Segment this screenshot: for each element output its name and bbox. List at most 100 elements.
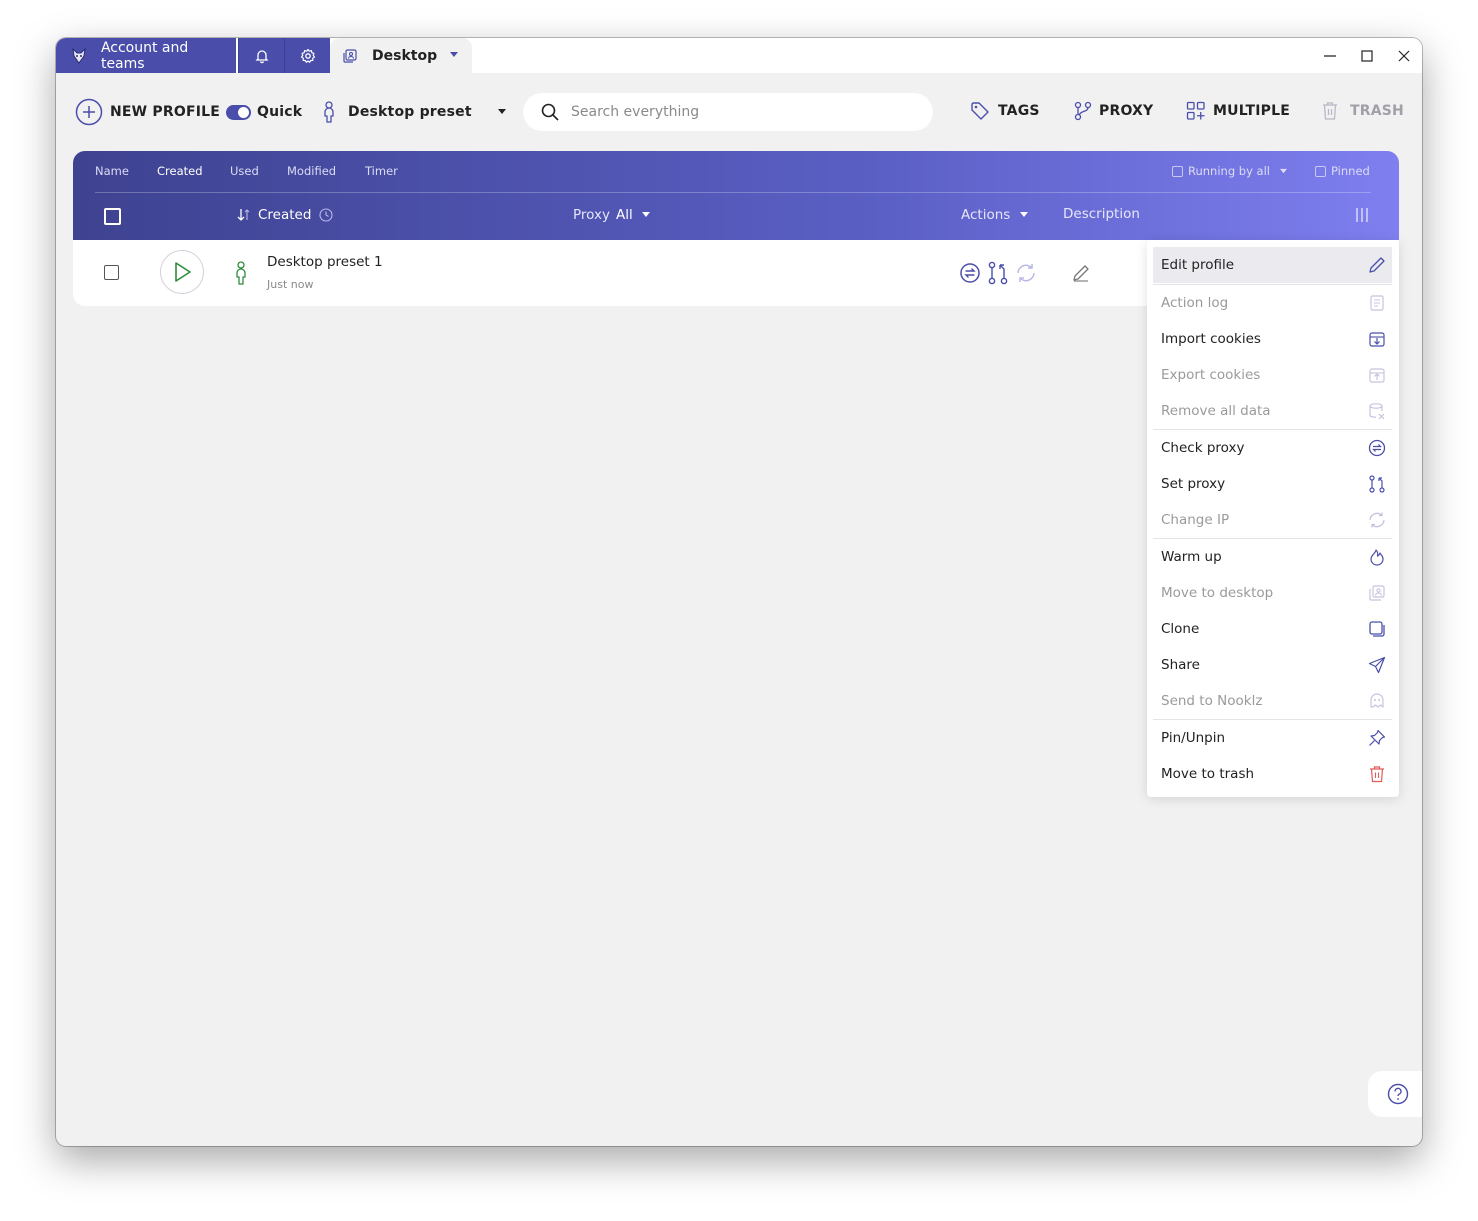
- sort-tab-name[interactable]: Name: [95, 164, 129, 178]
- menu-item-label: Move to trash: [1161, 766, 1255, 782]
- edit-description-icon[interactable]: [1072, 264, 1090, 282]
- search-input[interactable]: Search everything: [571, 104, 699, 120]
- title-bar: Account and teams Desktop: [56, 38, 1422, 73]
- sort-arrows-icon: [237, 209, 250, 221]
- menu-item-move-to-trash[interactable]: Move to trash: [1153, 756, 1392, 792]
- set-proxy-icon[interactable]: [987, 261, 1009, 285]
- tags-label: TAGS: [998, 103, 1040, 119]
- quick-label: Quick: [257, 104, 303, 120]
- menu-item-share[interactable]: Share: [1153, 647, 1392, 683]
- menu-item-set-proxy[interactable]: Set proxy: [1153, 466, 1392, 502]
- plus-circle-icon: [75, 98, 103, 126]
- tags-button[interactable]: TAGS: [970, 101, 1040, 121]
- chevron-down-icon[interactable]: [450, 51, 458, 59]
- new-profile-button[interactable]: NEW PROFILE: [75, 98, 220, 126]
- menu-item-label: Import cookies: [1161, 331, 1261, 347]
- menu-item-import-cookies[interactable]: Import cookies: [1153, 321, 1392, 357]
- export-cookies-icon: [1369, 368, 1385, 383]
- column-actions-label: Actions: [961, 207, 1011, 223]
- row-checkbox[interactable]: [104, 265, 119, 280]
- fire-icon: [1370, 549, 1384, 566]
- toolbar: NEW PROFILE Quick Desktop preset Search …: [56, 73, 1422, 151]
- table-header: Name Created Used Modified Timer Running…: [73, 151, 1399, 240]
- select-all-checkbox[interactable]: [104, 208, 121, 225]
- menu-item-action-log[interactable]: Action log: [1153, 285, 1392, 321]
- close-icon: [1398, 50, 1410, 61]
- log-icon: [1370, 295, 1384, 311]
- toggle-switch[interactable]: [226, 104, 251, 120]
- menu-item-label: Set proxy: [1161, 476, 1226, 492]
- preset-label: Desktop preset: [348, 104, 472, 120]
- trash-label: TRASH: [1350, 103, 1404, 119]
- check-proxy-icon[interactable]: [959, 262, 981, 284]
- column-created[interactable]: Created: [236, 207, 333, 223]
- menu-item-pin-unpin[interactable]: Pin/Unpin: [1153, 720, 1392, 756]
- clone-icon: [1369, 621, 1385, 637]
- column-actions[interactable]: Actions: [961, 207, 1029, 223]
- change-ip-icon[interactable]: [1015, 262, 1037, 284]
- gear-icon: [300, 48, 315, 63]
- help-button[interactable]: [1368, 1071, 1422, 1117]
- pin-icon: [1369, 729, 1386, 746]
- sort-tab-timer[interactable]: Timer: [365, 164, 398, 178]
- proxy-filter-value: All: [615, 207, 633, 223]
- pinned-label: Pinned: [1331, 164, 1370, 178]
- menu-item-label: Share: [1161, 657, 1200, 673]
- menu-item-warm-up[interactable]: Warm up: [1153, 539, 1392, 575]
- new-profile-label: NEW PROFILE: [110, 104, 220, 120]
- trash-icon: [1323, 102, 1337, 120]
- search-icon: [541, 103, 559, 121]
- column-description[interactable]: Description: [1063, 206, 1140, 222]
- app-window: Account and teams Desktop NEW PROFILE Qu…: [56, 38, 1422, 1146]
- menu-item-clone[interactable]: Clone: [1153, 611, 1392, 647]
- proxy-label: PROXY: [1099, 103, 1154, 119]
- settings-button[interactable]: [284, 38, 330, 73]
- question-circle-icon: [1387, 1083, 1409, 1105]
- remove-data-icon: [1369, 403, 1385, 420]
- running-by-all-checkbox[interactable]: [1172, 166, 1183, 177]
- multiple-label: MULTIPLE: [1213, 103, 1291, 119]
- pencil-icon: [1369, 257, 1385, 273]
- profile-name[interactable]: Desktop preset 1: [267, 254, 383, 270]
- column-proxy[interactable]: Proxy All: [573, 207, 650, 223]
- chevron-down-icon: [497, 109, 506, 114]
- close-button[interactable]: [1385, 38, 1422, 73]
- menu-item-change-ip[interactable]: Change IP: [1153, 502, 1392, 538]
- maximize-button[interactable]: [1348, 38, 1386, 73]
- menu-item-remove-all-data[interactable]: Remove all data: [1153, 393, 1392, 429]
- column-settings-button[interactable]: [1355, 207, 1369, 223]
- start-profile-button[interactable]: [160, 250, 204, 294]
- menu-item-check-proxy[interactable]: Check proxy: [1153, 430, 1392, 466]
- menu-item-label: Warm up: [1161, 549, 1222, 565]
- set-proxy-icon: [1369, 475, 1385, 493]
- desktop-icon: [1369, 585, 1385, 601]
- running-by-all-filter[interactable]: Running by all: [1172, 164, 1287, 178]
- sort-tab-used[interactable]: Used: [230, 164, 259, 178]
- trash-button[interactable]: TRASH: [1322, 101, 1404, 121]
- quick-toggle[interactable]: Quick: [226, 104, 302, 120]
- pinned-checkbox[interactable]: [1315, 166, 1326, 177]
- preset-select[interactable]: Desktop preset: [322, 101, 506, 123]
- send-icon: [1368, 656, 1386, 674]
- columns-icon: [1356, 208, 1368, 222]
- running-by-all-label: Running by all: [1188, 164, 1270, 178]
- menu-item-edit-profile[interactable]: Edit profile: [1153, 247, 1392, 283]
- tab-account-and-teams[interactable]: Account and teams: [56, 38, 236, 73]
- trash-icon: [1370, 766, 1384, 783]
- proxy-button[interactable]: PROXY: [1074, 101, 1153, 121]
- menu-item-send-to-nooklz[interactable]: Send to Nooklz: [1153, 683, 1392, 719]
- tab-desktop[interactable]: Desktop: [330, 38, 472, 73]
- menu-item-move-to-desktop[interactable]: Move to desktop: [1153, 575, 1392, 611]
- sort-tab-modified[interactable]: Modified: [287, 164, 336, 178]
- menu-item-export-cookies[interactable]: Export cookies: [1153, 357, 1392, 393]
- multiple-button[interactable]: MULTIPLE: [1186, 101, 1290, 121]
- notifications-button[interactable]: [238, 38, 284, 73]
- column-description-label: Description: [1063, 206, 1140, 222]
- menu-item-label: Export cookies: [1161, 367, 1261, 383]
- profile-context-menu: Edit profile Action log Import cookies E…: [1147, 240, 1399, 797]
- pinned-filter[interactable]: Pinned: [1315, 164, 1370, 178]
- column-created-label: Created: [258, 207, 312, 223]
- minimize-button[interactable]: [1311, 38, 1349, 73]
- search-box[interactable]: Search everything: [523, 93, 933, 131]
- sort-tab-created[interactable]: Created: [157, 164, 203, 178]
